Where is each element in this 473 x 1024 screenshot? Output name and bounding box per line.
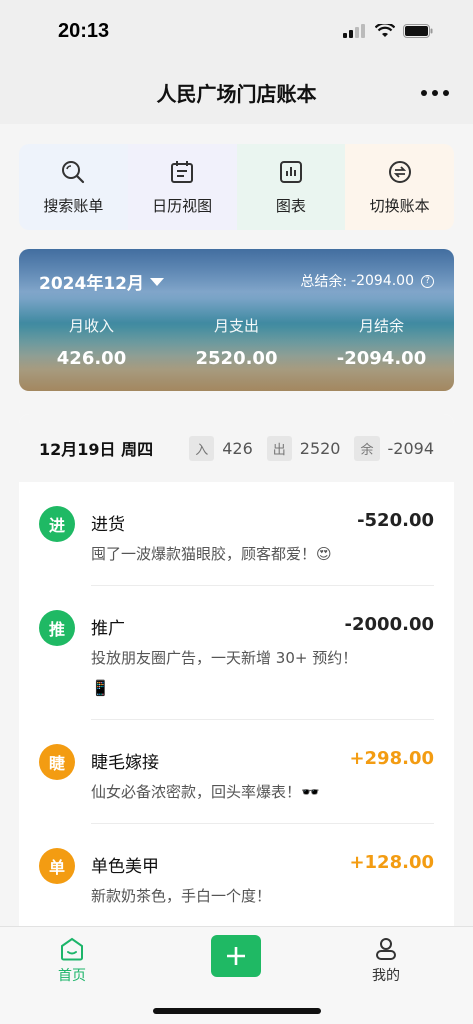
monthly-expense-value: 2520.00 xyxy=(195,348,278,369)
signal-icon xyxy=(343,24,365,38)
switch-ledger-button[interactable]: 切换账本 xyxy=(345,144,454,230)
chart-label: 图表 xyxy=(275,196,306,215)
main-content: 搜索账单 日历视图 图表 切换账本 2024年12月 总结余: -2094.00… xyxy=(0,124,473,926)
expense-tag: 出 xyxy=(266,435,292,461)
month-selector[interactable]: 2024年12月 xyxy=(39,269,164,294)
day-date: 12月19日 周四 xyxy=(39,440,154,459)
tab-mine-label: 我的 xyxy=(372,968,400,984)
monthly-income-value: 426.00 xyxy=(56,348,127,369)
monthly-balance-label: 月结余 xyxy=(358,317,404,335)
monthly-expense-label: 月支出 xyxy=(213,317,259,335)
monthly-income-label: 月收入 xyxy=(68,317,114,335)
search-bills-label: 搜索账单 xyxy=(43,196,104,215)
nav-bar: 人民广场门店账本 xyxy=(0,62,473,124)
more-menu-icon[interactable] xyxy=(421,90,449,96)
total-balance-value: -2094.00 xyxy=(351,273,414,289)
status-time: 20:13 xyxy=(58,20,110,42)
transaction-amount: +298.00 xyxy=(349,748,434,769)
quick-actions: 搜索账单 日历视图 图表 切换账本 xyxy=(19,144,454,230)
month-label: 2024年12月 xyxy=(39,274,144,294)
monthly-summary-card: 2024年12月 总结余: -2094.00 ? 月收入 426.00 月支出 … xyxy=(19,249,454,391)
status-bar: 20:13 xyxy=(0,0,473,62)
chart-icon xyxy=(279,160,302,183)
category-avatar: 单 xyxy=(39,848,75,884)
help-icon[interactable]: ? xyxy=(421,274,434,288)
status-icons xyxy=(343,24,433,38)
balance-tag: 余 xyxy=(354,435,380,461)
search-bills-button[interactable]: 搜索账单 xyxy=(19,144,128,230)
transaction-amount: +128.00 xyxy=(349,852,434,873)
home-indicator xyxy=(153,1008,321,1014)
transaction-item[interactable]: 推 推广 -2000.00 投放朋友圈广告，一天新增 30+ 预约！📱 xyxy=(19,586,454,720)
transaction-note: 仙女必备浓密款，回头率爆表！🕶️ xyxy=(91,783,320,801)
switch-icon xyxy=(388,160,411,183)
monthly-income: 月收入 426.00 xyxy=(19,315,164,369)
total-balance-label: 总结余: xyxy=(300,274,348,290)
plus-icon xyxy=(227,947,245,965)
category-avatar: 进 xyxy=(39,506,75,542)
day-balance: -2094 xyxy=(387,438,435,458)
day-group: 12月19日 周四 入 426 出 2520 余 -2094 进 进货 -520… xyxy=(19,414,454,926)
chevron-down-icon xyxy=(149,277,164,286)
search-icon xyxy=(62,160,85,183)
switch-ledger-label: 切换账本 xyxy=(369,196,430,215)
tab-home[interactable]: 首页 xyxy=(58,937,86,985)
calendar-view-label: 日历视图 xyxy=(152,196,213,215)
category-avatar: 推 xyxy=(39,610,75,646)
transaction-item[interactable]: 单 单色美甲 +128.00 新款奶茶色，手白一个度！ xyxy=(19,824,454,911)
transaction-note: 投放朋友圈广告，一天新增 30+ 预约！📱 xyxy=(91,649,358,697)
calendar-view-button[interactable]: 日历视图 xyxy=(127,144,237,230)
battery-icon xyxy=(403,24,433,38)
day-header: 12月19日 周四 入 426 出 2520 余 -2094 xyxy=(19,414,454,482)
home-icon xyxy=(61,937,83,961)
transaction-amount: -520.00 xyxy=(357,510,434,531)
day-stats: 入 426 出 2520 余 -2094 xyxy=(189,435,435,461)
day-expense: 2520 xyxy=(299,438,341,458)
transaction-note: 囤了一波爆款猫眼胶，顾客都爱！😍 xyxy=(91,545,332,563)
transaction-note: 新款奶茶色，手白一个度！ xyxy=(91,887,272,905)
monthly-balance: 月结余 -2094.00 xyxy=(309,315,454,369)
total-balance: 总结余: -2094.00 ? xyxy=(300,271,434,291)
monthly-balance-value: -2094.00 xyxy=(336,348,427,369)
user-icon xyxy=(376,938,396,960)
calendar-icon xyxy=(171,160,194,183)
transaction-item[interactable]: 进 进货 -520.00 囤了一波爆款猫眼胶，顾客都爱！😍 xyxy=(19,482,454,586)
add-record-button[interactable] xyxy=(211,935,261,977)
wifi-icon xyxy=(375,24,395,37)
category-avatar: 睫 xyxy=(39,744,75,780)
chart-button[interactable]: 图表 xyxy=(236,144,346,230)
tab-mine[interactable]: 我的 xyxy=(372,937,400,985)
transaction-amount: -2000.00 xyxy=(344,614,434,635)
income-tag: 入 xyxy=(189,435,215,461)
tab-home-label: 首页 xyxy=(58,968,86,984)
day-income: 426 xyxy=(222,438,253,458)
transaction-item[interactable]: 睫 睫毛嫁接 +298.00 仙女必备浓密款，回头率爆表！🕶️ xyxy=(19,720,454,824)
page-title: 人民广场门店账本 xyxy=(156,82,317,106)
monthly-expense: 月支出 2520.00 xyxy=(164,315,309,369)
